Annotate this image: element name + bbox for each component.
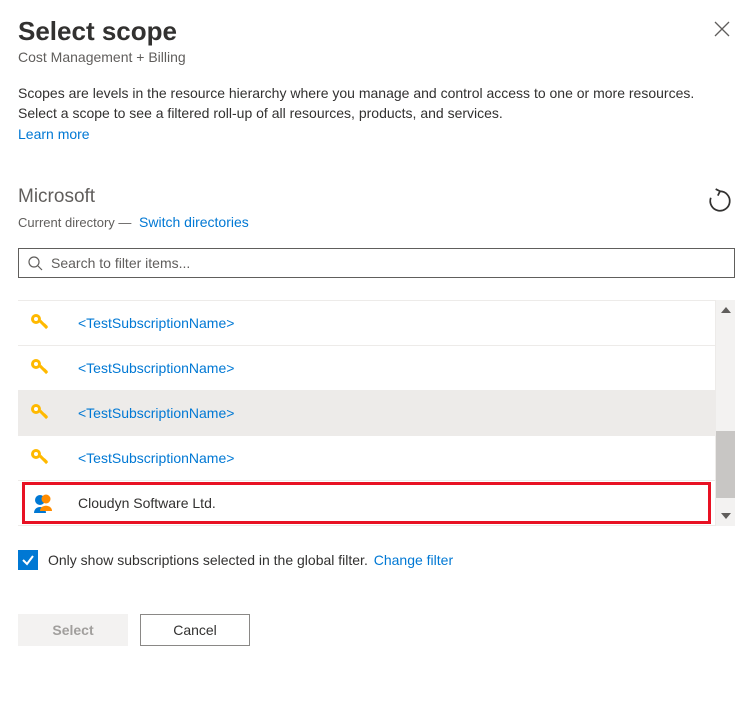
item-label: <TestSubscriptionName> <box>78 315 234 331</box>
item-label: <TestSubscriptionName> <box>78 450 234 466</box>
search-input-container[interactable] <box>18 248 735 278</box>
scrollbar-thumb[interactable] <box>716 431 735 498</box>
refresh-icon <box>707 188 733 214</box>
checkmark-icon <box>21 553 35 567</box>
current-directory-label: Current directory — <box>18 215 131 230</box>
key-icon <box>28 311 52 335</box>
change-filter-link[interactable]: Change filter <box>374 552 453 568</box>
organization-icon <box>28 491 54 515</box>
refresh-button[interactable] <box>705 186 735 219</box>
panel-title: Select scope <box>18 16 186 47</box>
cancel-button[interactable]: Cancel <box>140 614 250 646</box>
chevron-up-icon <box>721 307 731 313</box>
key-icon <box>28 446 52 470</box>
scrollbar-track[interactable] <box>716 320 735 506</box>
scroll-up-button[interactable] <box>716 300 735 320</box>
item-icon-slot <box>28 356 78 380</box>
scroll-down-button[interactable] <box>716 506 735 526</box>
filter-label: Only show subscriptions selected in the … <box>48 552 368 568</box>
item-label: Cloudyn Software Ltd. <box>78 495 216 511</box>
global-filter-checkbox[interactable] <box>18 550 38 570</box>
item-icon-slot <box>28 311 78 335</box>
scrollbar[interactable] <box>715 300 735 526</box>
item-icon-slot <box>28 446 78 470</box>
item-icon-slot <box>28 491 78 515</box>
item-label: <TestSubscriptionName> <box>78 405 234 421</box>
search-icon <box>27 255 43 271</box>
list-item[interactable]: <TestSubscriptionName> <box>18 346 715 391</box>
panel-subtitle: Cost Management + Billing <box>18 49 186 65</box>
chevron-down-icon <box>721 513 731 519</box>
key-icon <box>28 401 52 425</box>
list-item[interactable]: <TestSubscriptionName> <box>18 436 715 481</box>
directory-name: Microsoft <box>18 186 249 208</box>
switch-directories-link[interactable]: Switch directories <box>139 214 249 230</box>
scope-list: <TestSubscriptionName> <TestSubscriptionN… <box>18 300 715 526</box>
item-label: <TestSubscriptionName> <box>78 360 234 376</box>
close-icon <box>713 20 731 38</box>
list-item[interactable]: <TestSubscriptionName> <box>18 301 715 346</box>
list-item[interactable]: <TestSubscriptionName> <box>18 391 715 436</box>
list-item[interactable]: Cloudyn Software Ltd. <box>18 481 715 526</box>
learn-more-link[interactable]: Learn more <box>18 126 90 142</box>
select-button[interactable]: Select <box>18 614 128 646</box>
close-button[interactable] <box>709 16 735 42</box>
item-icon-slot <box>28 401 78 425</box>
search-input[interactable] <box>51 255 726 271</box>
key-icon <box>28 356 52 380</box>
description-text: Scopes are levels in the resource hierar… <box>18 83 735 124</box>
